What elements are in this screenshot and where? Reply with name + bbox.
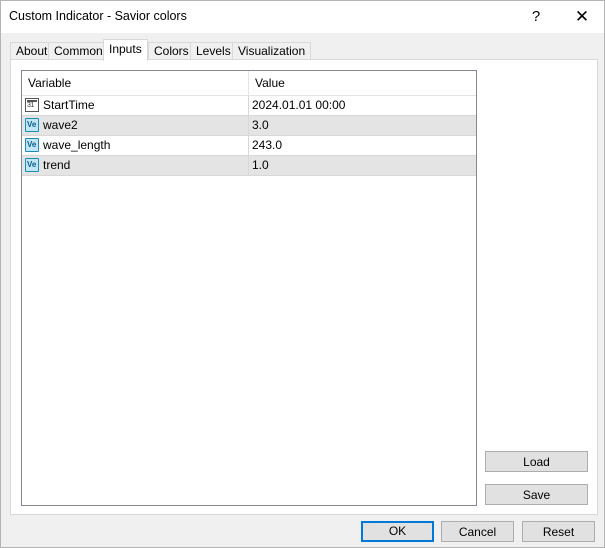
variable-cell[interactable]: Ve wave2 [22, 116, 249, 135]
calendar-icon: 31 [25, 98, 39, 112]
value-icon: Ve [25, 138, 39, 152]
save-button[interactable]: Save [485, 484, 588, 505]
value-cell[interactable]: 243.0 [249, 136, 282, 155]
close-button[interactable]: ✕ [560, 1, 604, 33]
help-button[interactable]: ? [514, 1, 558, 33]
table-row[interactable]: Ve wave_length 243.0 [22, 136, 476, 156]
table-row[interactable]: 31 StartTime 2024.01.01 00:00 [22, 96, 476, 116]
variable-cell[interactable]: 31 StartTime [22, 96, 249, 115]
value-cell[interactable]: 2024.01.01 00:00 [249, 96, 345, 115]
inputs-panel: Variable Value 31 StartTime 2024.01.01 0… [10, 59, 598, 515]
header-variable[interactable]: Variable [22, 71, 249, 95]
variable-label: trend [43, 158, 71, 172]
table-row[interactable]: Ve trend 1.0 [22, 156, 476, 176]
reset-button[interactable]: Reset [522, 521, 595, 542]
cancel-button[interactable]: Cancel [441, 521, 514, 542]
inputs-grid: Variable Value 31 StartTime 2024.01.01 0… [21, 70, 477, 506]
load-button[interactable]: Load [485, 451, 588, 472]
tab-common[interactable]: Common [48, 42, 109, 60]
tab-colors[interactable]: Colors [148, 42, 195, 60]
variable-label: wave2 [43, 118, 78, 132]
ok-button[interactable]: OK [361, 521, 434, 542]
variable-cell[interactable]: Ve wave_length [22, 136, 249, 155]
value-icon: Ve [25, 118, 39, 132]
variable-label: wave_length [43, 138, 111, 152]
grid-header: Variable Value [22, 71, 476, 96]
tab-inputs[interactable]: Inputs [103, 39, 148, 61]
value-icon: Ve [25, 158, 39, 172]
dialog-window: Custom Indicator - Savior colors ? ✕ Abo… [0, 0, 605, 548]
table-row[interactable]: Ve wave2 3.0 [22, 116, 476, 136]
title-bar: Custom Indicator - Savior colors ? ✕ [1, 1, 604, 33]
tab-about[interactable]: About [10, 42, 54, 60]
value-cell[interactable]: 3.0 [249, 116, 269, 135]
window-title: Custom Indicator - Savior colors [9, 9, 187, 23]
header-value[interactable]: Value [249, 71, 476, 95]
tab-levels[interactable]: Levels [190, 42, 237, 60]
value-cell[interactable]: 1.0 [249, 156, 269, 175]
variable-cell[interactable]: Ve trend [22, 156, 249, 175]
variable-label: StartTime [43, 98, 95, 112]
tab-visualization[interactable]: Visualization [232, 42, 312, 60]
